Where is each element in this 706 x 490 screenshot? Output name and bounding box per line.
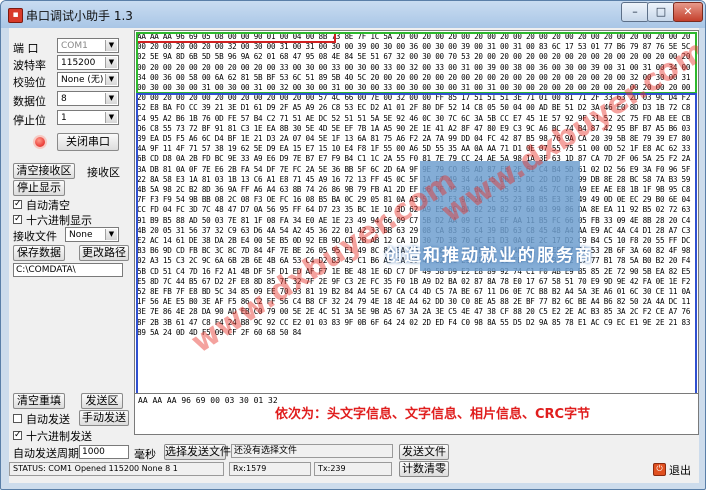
port-value: COM1 (61, 41, 88, 51)
send-area[interactable]: AA AA AA 96 69 00 03 30 01 32 依次为：头文字信息、… (134, 393, 699, 435)
port-label: 端 口 (13, 42, 39, 55)
hex-display-checkbox[interactable]: ✓ (13, 215, 22, 224)
hex-display-label: 十六进制显示 (26, 214, 92, 227)
chevron-down-icon[interactable]: ▼ (105, 229, 117, 240)
maximize-button[interactable]: □ (647, 2, 675, 22)
stopbits-select[interactable]: 1 ▼ (57, 110, 119, 125)
baud-value: 115200 (61, 58, 96, 68)
clear-receive-button[interactable]: 清空接收区 (13, 163, 75, 179)
send-data-text: AA AA AA 96 69 00 03 30 01 32 (138, 396, 278, 405)
choose-send-file-button[interactable]: 选择发送文件 (164, 444, 231, 460)
receive-area[interactable]: AA AA AA 96 69 05 08 00 00 90 01 00 04 0… (134, 30, 699, 428)
receive-file-label: 接收文件 (13, 230, 57, 243)
receive-area-label: 接收区 (87, 166, 120, 179)
chevron-down-icon[interactable]: ▼ (105, 40, 117, 51)
manual-send-button[interactable]: 手动发送 (79, 410, 129, 426)
chevron-down-icon[interactable]: ▼ (105, 112, 117, 123)
stopbits-label: 停止位 (13, 114, 46, 127)
chevron-down-icon[interactable]: ▼ (105, 93, 117, 104)
save-path-field[interactable]: C:\COMDATA\ (13, 263, 123, 277)
receive-file-value: None (69, 230, 93, 240)
tx-count: Tx:239 (314, 462, 392, 476)
period-label: 自动发送周期 (13, 447, 79, 460)
status-text: STATUS: COM1 Opened 115200 None 8 1 (9, 462, 224, 476)
change-path-button[interactable]: 更改路径 (79, 245, 129, 261)
baud-select[interactable]: 115200 ▼ (57, 55, 119, 70)
send-area-button[interactable]: 发送区 (81, 393, 123, 409)
app-icon: ▪ (8, 8, 23, 23)
title-bar[interactable]: ▪ 串口调试小助手 1.3 – □ ✕ (1, 1, 705, 28)
databits-select[interactable]: 8 ▼ (57, 91, 119, 106)
close-button[interactable]: ✕ (673, 2, 703, 22)
databits-value: 8 (61, 94, 67, 104)
send-file-button[interactable]: 发送文件 (399, 444, 449, 460)
auto-clear-checkbox[interactable]: ✓ (13, 200, 22, 209)
file-status-field: 还没有选择文件 (231, 444, 393, 458)
save-data-button[interactable]: 保存数据 (13, 245, 65, 261)
databits-label: 数据位 (13, 95, 46, 108)
auto-clear-label: 自动清空 (26, 199, 70, 212)
watermark-blue-text: 创造和推动就业的服务商 (385, 246, 594, 266)
client-area: 端 口 COM1 ▼ 波特率 115200 ▼ 校验位 None (无) ▼ 数… (9, 28, 699, 483)
hex-send-label: 十六进制发送 (26, 430, 92, 443)
rx-count: Rx:1579 (229, 462, 311, 476)
chevron-down-icon[interactable]: ▼ (105, 74, 117, 85)
period-field[interactable]: 1000 (79, 445, 129, 459)
auto-send-label: 自动发送 (26, 413, 70, 426)
receive-file-select[interactable]: None ▼ (65, 227, 119, 242)
stopbits-value: 1 (61, 113, 67, 123)
chevron-down-icon[interactable]: ▼ (105, 57, 117, 68)
send-note: 依次为：头文字信息、文字信息、相片信息、CRC字节 (275, 407, 591, 422)
port-status-led-icon (35, 137, 45, 147)
auto-send-checkbox[interactable] (13, 414, 22, 423)
parity-value: None (无) (61, 75, 104, 85)
close-port-button[interactable]: 关闭串口 (57, 133, 119, 151)
parity-select[interactable]: None (无) ▼ (57, 72, 119, 87)
exit-label[interactable]: 退出 (669, 462, 691, 478)
exit-icon[interactable]: ⏻ (653, 463, 666, 476)
clear-resend-button[interactable]: 清空重填 (13, 393, 65, 409)
minimize-button[interactable]: – (621, 2, 649, 22)
app-window: ▪ 串口调试小助手 1.3 – □ ✕ 端 口 COM1 ▼ 波特率 11520… (0, 0, 706, 490)
hex-send-checkbox[interactable]: ✓ (13, 431, 22, 440)
period-unit-label: 毫秒 (134, 448, 156, 461)
parity-label: 校验位 (13, 76, 46, 89)
port-select[interactable]: COM1 ▼ (57, 38, 119, 53)
stop-display-button[interactable]: 停止显示 (13, 180, 65, 196)
baud-label: 波特率 (13, 59, 46, 72)
window-title: 串口调试小助手 1.3 (26, 9, 133, 23)
count-clear-button[interactable]: 计数清零 (399, 461, 449, 477)
